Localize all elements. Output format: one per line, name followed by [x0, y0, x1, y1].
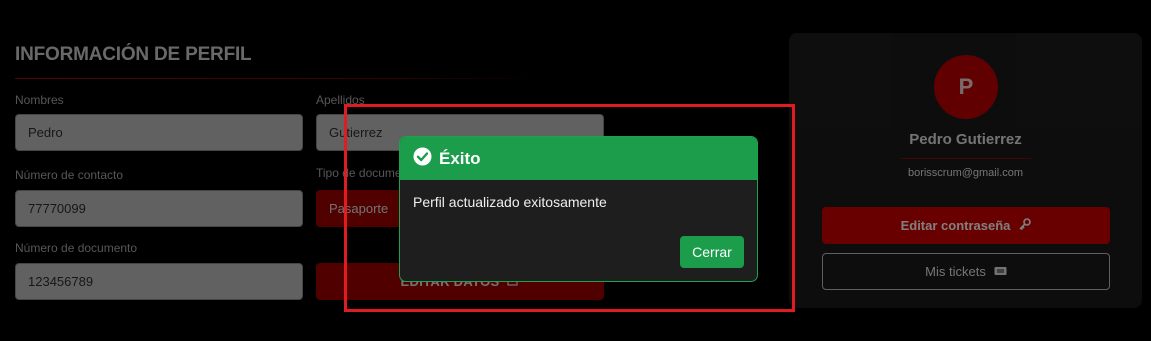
document-number-field[interactable]: 123456789	[15, 263, 303, 300]
title-divider	[15, 78, 545, 79]
document-number-label: Número de documento	[15, 241, 138, 255]
my-tickets-label: Mis tickets	[925, 264, 986, 279]
edit-password-label: Editar contraseña	[900, 218, 1011, 233]
profile-form: INFORMACIÓN DE PERFIL Nombres Pedro Apel…	[15, 44, 605, 300]
modal-header: Éxito	[400, 137, 757, 180]
close-button[interactable]: Cerrar	[680, 236, 744, 268]
profile-divider	[901, 158, 1031, 159]
page-title: INFORMACIÓN DE PERFIL	[15, 44, 252, 65]
modal-message: Perfil actualizado exitosamente	[413, 194, 607, 210]
profile-name: Pedro Gutierrez	[909, 131, 1022, 148]
key-icon	[1018, 217, 1032, 234]
modal-title: Éxito	[439, 148, 481, 168]
contact-number-label: Número de contacto	[15, 168, 124, 182]
first-name-label: Nombres	[15, 93, 64, 107]
avatar: P	[934, 55, 998, 119]
edit-password-button[interactable]: Editar contraseña	[822, 207, 1110, 244]
my-tickets-button[interactable]: Mis tickets	[822, 253, 1110, 290]
check-circle-icon	[413, 147, 432, 171]
ticket-icon	[994, 264, 1007, 279]
profile-card: P Pedro Gutierrez borisscrum@gmail.com E…	[789, 33, 1142, 308]
profile-email: borisscrum@gmail.com	[907, 167, 1024, 179]
success-modal: Éxito Perfil actualizado exitosamente Ce…	[399, 136, 758, 282]
contact-number-field[interactable]: 77770099	[15, 190, 303, 227]
first-name-field[interactable]: Pedro	[15, 114, 303, 151]
